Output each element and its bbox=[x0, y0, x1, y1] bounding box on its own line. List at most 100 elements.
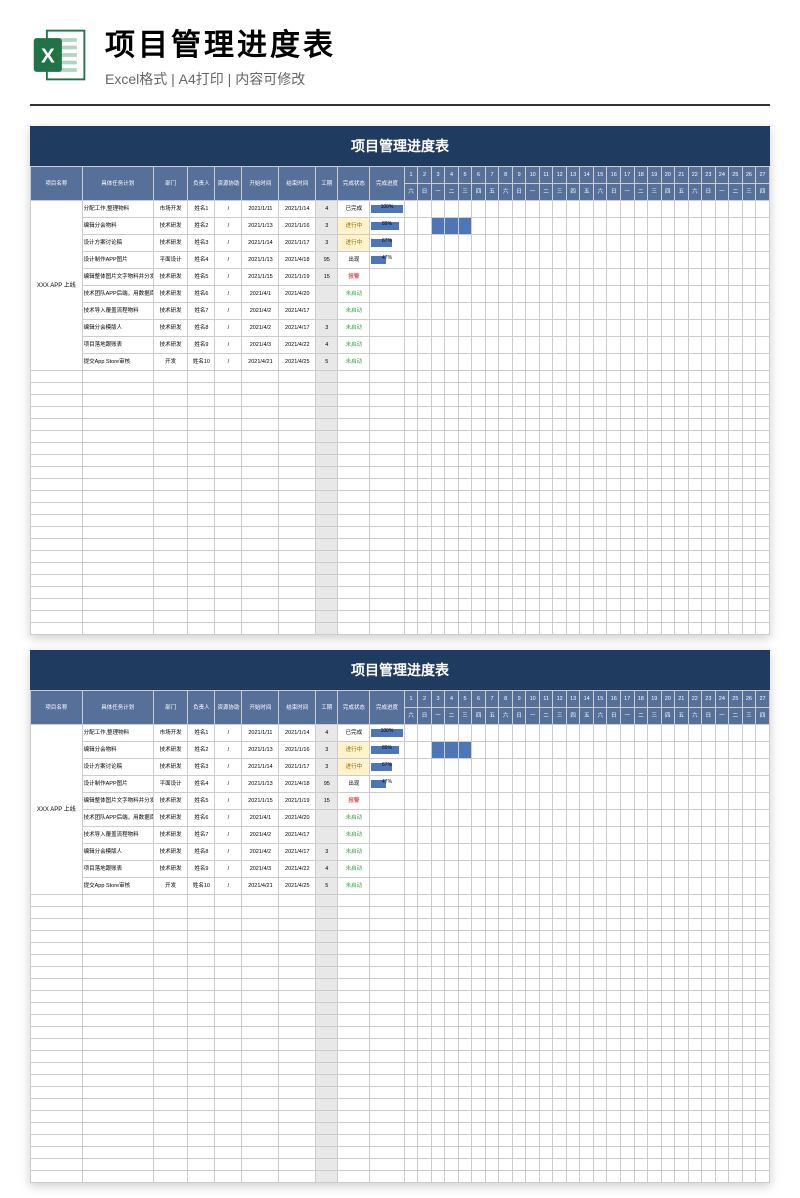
task-cell: 设计方案讨论稿 bbox=[82, 235, 153, 252]
day-num: 17 bbox=[620, 167, 634, 184]
res-cell: / bbox=[215, 354, 242, 371]
dur-cell: 4 bbox=[316, 337, 338, 354]
day-num: 22 bbox=[688, 691, 702, 708]
gantt-cell bbox=[688, 759, 702, 776]
gantt-cell bbox=[418, 827, 432, 844]
gantt-cell bbox=[593, 337, 607, 354]
empty-row bbox=[31, 431, 770, 443]
gantt-cell bbox=[499, 354, 513, 371]
gantt-cell bbox=[634, 810, 648, 827]
gantt-cell bbox=[756, 252, 770, 269]
dept-cell: 开发 bbox=[153, 878, 187, 895]
gantt-cell bbox=[620, 810, 634, 827]
day-wk: 六 bbox=[593, 708, 607, 725]
gantt-cell bbox=[593, 861, 607, 878]
gantt-cell bbox=[418, 218, 432, 235]
gantt-cell bbox=[458, 776, 472, 793]
end-cell: 2021/1/16 bbox=[279, 742, 316, 759]
res-cell: / bbox=[215, 337, 242, 354]
gantt-cell bbox=[485, 725, 499, 742]
dur-cell: 4 bbox=[316, 861, 338, 878]
gantt-cell bbox=[607, 793, 621, 810]
start-cell: 2021/4/3 bbox=[242, 861, 279, 878]
gantt-cell bbox=[580, 354, 594, 371]
gantt-cell bbox=[756, 337, 770, 354]
day-wk: 日 bbox=[607, 708, 621, 725]
gantt-cell bbox=[553, 201, 567, 218]
progress-cell: 47% bbox=[370, 252, 404, 269]
gantt-cell bbox=[688, 776, 702, 793]
gantt-cell bbox=[729, 844, 743, 861]
gantt-cell bbox=[634, 337, 648, 354]
empty-row bbox=[31, 1003, 770, 1015]
gantt-cell bbox=[553, 235, 567, 252]
day-num: 27 bbox=[756, 691, 770, 708]
owner-cell: 姓名2 bbox=[188, 742, 215, 759]
start-cell: 2021/1/11 bbox=[242, 201, 279, 218]
day-num: 23 bbox=[702, 691, 716, 708]
empty-row bbox=[31, 575, 770, 587]
day-wk: 日 bbox=[418, 184, 432, 201]
empty-row bbox=[31, 979, 770, 991]
day-wk: 四 bbox=[661, 708, 675, 725]
gantt-cell bbox=[445, 201, 459, 218]
gantt-cell bbox=[404, 725, 418, 742]
day-num: 14 bbox=[580, 691, 594, 708]
gantt-cell bbox=[661, 269, 675, 286]
gantt-cell bbox=[715, 218, 729, 235]
gantt-cell bbox=[553, 725, 567, 742]
gantt-cell bbox=[485, 878, 499, 895]
gantt-cell bbox=[756, 235, 770, 252]
gantt-cell bbox=[702, 810, 716, 827]
gantt-cell bbox=[539, 337, 553, 354]
gantt-cell bbox=[539, 235, 553, 252]
gantt-cell bbox=[756, 844, 770, 861]
day-num: 19 bbox=[648, 167, 662, 184]
gantt-cell bbox=[715, 844, 729, 861]
progress-cell bbox=[370, 810, 404, 827]
gantt-cell bbox=[742, 793, 756, 810]
gantt-cell bbox=[607, 337, 621, 354]
table-row: 项目落地跟账表技术研发姓名9/2021/4/32021/4/224未启动 bbox=[31, 861, 770, 878]
svg-text:X: X bbox=[41, 44, 55, 67]
day-wk: 六 bbox=[404, 184, 418, 201]
empty-row bbox=[31, 563, 770, 575]
gantt-cell bbox=[553, 252, 567, 269]
table-row: 设计制作APP图片平面设计姓名4/2021/1/132021/4/1895出现4… bbox=[31, 776, 770, 793]
gantt-cell bbox=[539, 269, 553, 286]
gantt-cell bbox=[485, 776, 499, 793]
gantt-cell bbox=[472, 861, 486, 878]
day-num: 18 bbox=[634, 691, 648, 708]
empty-row bbox=[31, 479, 770, 491]
empty-row bbox=[31, 943, 770, 955]
gantt-cell bbox=[729, 861, 743, 878]
gantt-cell bbox=[648, 320, 662, 337]
gantt-cell bbox=[404, 252, 418, 269]
gantt-cell bbox=[418, 810, 432, 827]
day-num: 16 bbox=[607, 167, 621, 184]
day-num: 24 bbox=[715, 691, 729, 708]
gantt-cell bbox=[756, 759, 770, 776]
progress-cell: 100% bbox=[370, 725, 404, 742]
main-title: 项目管理进度表 bbox=[105, 20, 770, 64]
gantt-cell bbox=[553, 742, 567, 759]
empty-row bbox=[31, 1015, 770, 1027]
gantt-cell bbox=[688, 303, 702, 320]
gantt-cell bbox=[472, 320, 486, 337]
gantt-cell bbox=[675, 725, 689, 742]
gantt-cell bbox=[499, 793, 513, 810]
gantt-cell bbox=[445, 286, 459, 303]
gantt-cell bbox=[418, 861, 432, 878]
day-wk: 四 bbox=[566, 708, 580, 725]
end-cell: 2021/4/20 bbox=[279, 286, 316, 303]
gantt-cell bbox=[593, 269, 607, 286]
gantt-cell bbox=[580, 878, 594, 895]
gantt-cell bbox=[458, 252, 472, 269]
gantt-cell bbox=[702, 861, 716, 878]
table-row: 技术导入覆盖流程物料技术研发姓名7/2021/4/22021/4/17未启动 bbox=[31, 303, 770, 320]
col-owner: 负责人 bbox=[188, 167, 215, 201]
gantt-cell bbox=[593, 759, 607, 776]
gantt-cell bbox=[512, 303, 526, 320]
day-num: 9 bbox=[512, 691, 526, 708]
day-wk: 五 bbox=[485, 708, 499, 725]
